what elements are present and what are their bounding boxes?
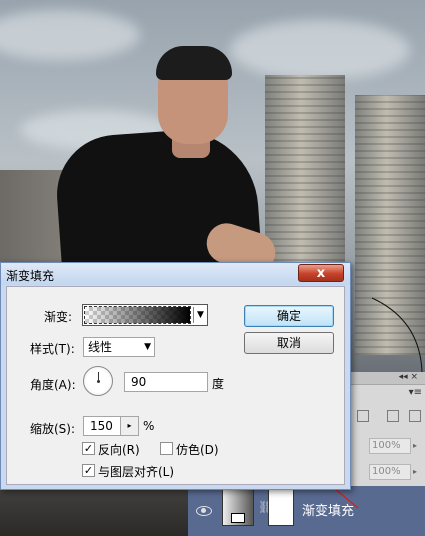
style-label: 样式(T): xyxy=(30,342,75,356)
gradient-picker[interactable]: ▼ xyxy=(82,304,208,326)
style-select[interactable]: 线性 ▼ xyxy=(83,337,155,357)
dialog-title: 渐变填充 xyxy=(6,269,55,283)
scale-stepper[interactable]: ▸ xyxy=(121,416,139,436)
cancel-button[interactable]: 取消 xyxy=(244,332,334,354)
angle-unit: 度 xyxy=(212,377,225,391)
dither-checkbox[interactable] xyxy=(160,442,173,455)
angle-dial[interactable] xyxy=(83,366,113,396)
chevron-down-icon[interactable]: ▼ xyxy=(193,307,207,323)
dither-label[interactable]: 仿色(D) xyxy=(176,441,219,458)
reverse-checkbox[interactable]: ✓ xyxy=(82,442,95,455)
dialog-body: 渐变: ▼ 样式(T): 线性 ▼ 角度(A): 90 度 缩放(S): 150… xyxy=(6,286,345,485)
angle-input[interactable]: 90 xyxy=(124,372,208,392)
chevron-down-icon: ▼ xyxy=(144,342,151,352)
close-button[interactable]: x xyxy=(298,264,344,282)
title-bar[interactable]: 渐变填充 x xyxy=(1,263,350,285)
gradient-fill-dialog: 渐变填充 x 渐变: ▼ 样式(T): 线性 ▼ 角度(A): 90 度 缩放(… xyxy=(0,262,351,490)
scale-input[interactable]: 150 xyxy=(83,416,121,436)
align-with-layer-label[interactable]: 与图层对齐(L) xyxy=(98,463,174,480)
ok-button[interactable]: 确定 xyxy=(244,305,334,327)
gradient-label: 渐变: xyxy=(44,310,73,324)
reverse-label[interactable]: 反向(R) xyxy=(98,441,140,458)
align-with-layer-checkbox[interactable]: ✓ xyxy=(82,464,95,477)
scale-unit: % xyxy=(143,419,155,433)
angle-label: 角度(A): xyxy=(30,378,76,392)
gradient-preview[interactable] xyxy=(84,306,191,324)
scale-label: 缩放(S): xyxy=(30,422,76,436)
